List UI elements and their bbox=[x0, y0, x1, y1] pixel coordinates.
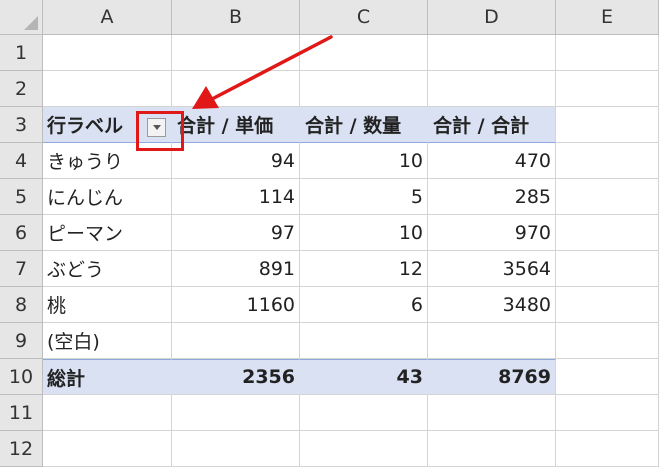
pivot-value-total[interactable]: 970 bbox=[428, 215, 556, 251]
pivot-item-label[interactable]: ピーマン bbox=[43, 215, 172, 251]
cell[interactable] bbox=[556, 71, 659, 107]
pivot-item-label[interactable]: にんじん bbox=[43, 179, 172, 215]
column-header-a[interactable]: A bbox=[43, 0, 172, 35]
highlight-box bbox=[136, 111, 184, 151]
row-header-7[interactable]: 7 bbox=[0, 251, 43, 287]
cell[interactable] bbox=[556, 107, 659, 143]
cell[interactable] bbox=[172, 35, 300, 71]
pivot-value-total[interactable]: 470 bbox=[428, 143, 556, 179]
pivot-value-qty[interactable]: 10 bbox=[300, 143, 428, 179]
cell[interactable] bbox=[428, 35, 556, 71]
cell[interactable] bbox=[556, 215, 659, 251]
row-header-4[interactable]: 4 bbox=[0, 143, 43, 179]
row-header-12[interactable]: 12 bbox=[0, 431, 43, 467]
cell[interactable] bbox=[428, 71, 556, 107]
pivot-value-price[interactable]: 97 bbox=[172, 215, 300, 251]
grand-total-qty[interactable]: 43 bbox=[300, 359, 428, 395]
cell[interactable] bbox=[300, 35, 428, 71]
cell[interactable] bbox=[172, 71, 300, 107]
pivot-value-qty[interactable]: 12 bbox=[300, 251, 428, 287]
cell[interactable] bbox=[556, 395, 659, 431]
cell[interactable] bbox=[43, 71, 172, 107]
pivot-value-price[interactable]: 94 bbox=[172, 143, 300, 179]
row-header-5[interactable]: 5 bbox=[0, 179, 43, 215]
cell[interactable] bbox=[556, 431, 659, 467]
cell[interactable] bbox=[300, 71, 428, 107]
pivot-value-qty[interactable] bbox=[300, 323, 428, 359]
pivot-value-qty[interactable]: 10 bbox=[300, 215, 428, 251]
row-header-1[interactable]: 1 bbox=[0, 35, 43, 71]
spreadsheet-grid: A B C D E 1 2 3 4 5 6 7 8 9 10 11 12 行ラベ… bbox=[0, 0, 659, 467]
cell[interactable] bbox=[556, 323, 659, 359]
pivot-header-sum-price[interactable]: 合計 / 単価 bbox=[172, 107, 300, 143]
pivot-value-total[interactable]: 285 bbox=[428, 179, 556, 215]
row-header-2[interactable]: 2 bbox=[0, 71, 43, 107]
cell[interactable] bbox=[43, 35, 172, 71]
grand-total-total[interactable]: 8769 bbox=[428, 359, 556, 395]
cell[interactable] bbox=[300, 395, 428, 431]
row-header-11[interactable]: 11 bbox=[0, 395, 43, 431]
cell[interactable] bbox=[428, 431, 556, 467]
cell[interactable] bbox=[300, 431, 428, 467]
grand-total-label[interactable]: 総計 bbox=[43, 359, 172, 395]
select-all-corner[interactable] bbox=[0, 0, 43, 35]
pivot-value-qty[interactable]: 6 bbox=[300, 287, 428, 323]
column-header-b[interactable]: B bbox=[172, 0, 300, 35]
row-label-text: 行ラベル bbox=[47, 115, 124, 137]
pivot-item-label[interactable]: 桃 bbox=[43, 287, 172, 323]
pivot-value-total[interactable]: 3480 bbox=[428, 287, 556, 323]
cell[interactable] bbox=[172, 395, 300, 431]
pivot-value-price[interactable]: 1160 bbox=[172, 287, 300, 323]
pivot-header-sum-qty[interactable]: 合計 / 数量 bbox=[300, 107, 428, 143]
pivot-header-sum-total[interactable]: 合計 / 合計 bbox=[428, 107, 556, 143]
row-header-10[interactable]: 10 bbox=[0, 359, 43, 395]
column-header-e[interactable]: E bbox=[556, 0, 659, 35]
cell[interactable] bbox=[556, 359, 659, 395]
pivot-item-label[interactable]: (空白) bbox=[43, 323, 172, 359]
pivot-value-qty[interactable]: 5 bbox=[300, 179, 428, 215]
pivot-value-total[interactable]: 3564 bbox=[428, 251, 556, 287]
cell[interactable] bbox=[556, 35, 659, 71]
column-header-d[interactable]: D bbox=[428, 0, 556, 35]
cell[interactable] bbox=[43, 395, 172, 431]
pivot-value-price[interactable]: 114 bbox=[172, 179, 300, 215]
pivot-value-total[interactable] bbox=[428, 323, 556, 359]
cell[interactable] bbox=[556, 287, 659, 323]
pivot-item-label[interactable]: ぶどう bbox=[43, 251, 172, 287]
cell[interactable] bbox=[43, 431, 172, 467]
cell[interactable] bbox=[556, 251, 659, 287]
row-header-9[interactable]: 9 bbox=[0, 323, 43, 359]
row-header-3[interactable]: 3 bbox=[0, 107, 43, 143]
row-header-8[interactable]: 8 bbox=[0, 287, 43, 323]
pivot-value-price[interactable] bbox=[172, 323, 300, 359]
grand-total-price[interactable]: 2356 bbox=[172, 359, 300, 395]
cell[interactable] bbox=[172, 431, 300, 467]
cell[interactable] bbox=[556, 143, 659, 179]
cell[interactable] bbox=[428, 395, 556, 431]
pivot-value-price[interactable]: 891 bbox=[172, 251, 300, 287]
row-header-6[interactable]: 6 bbox=[0, 215, 43, 251]
cell[interactable] bbox=[556, 179, 659, 215]
column-header-c[interactable]: C bbox=[300, 0, 428, 35]
